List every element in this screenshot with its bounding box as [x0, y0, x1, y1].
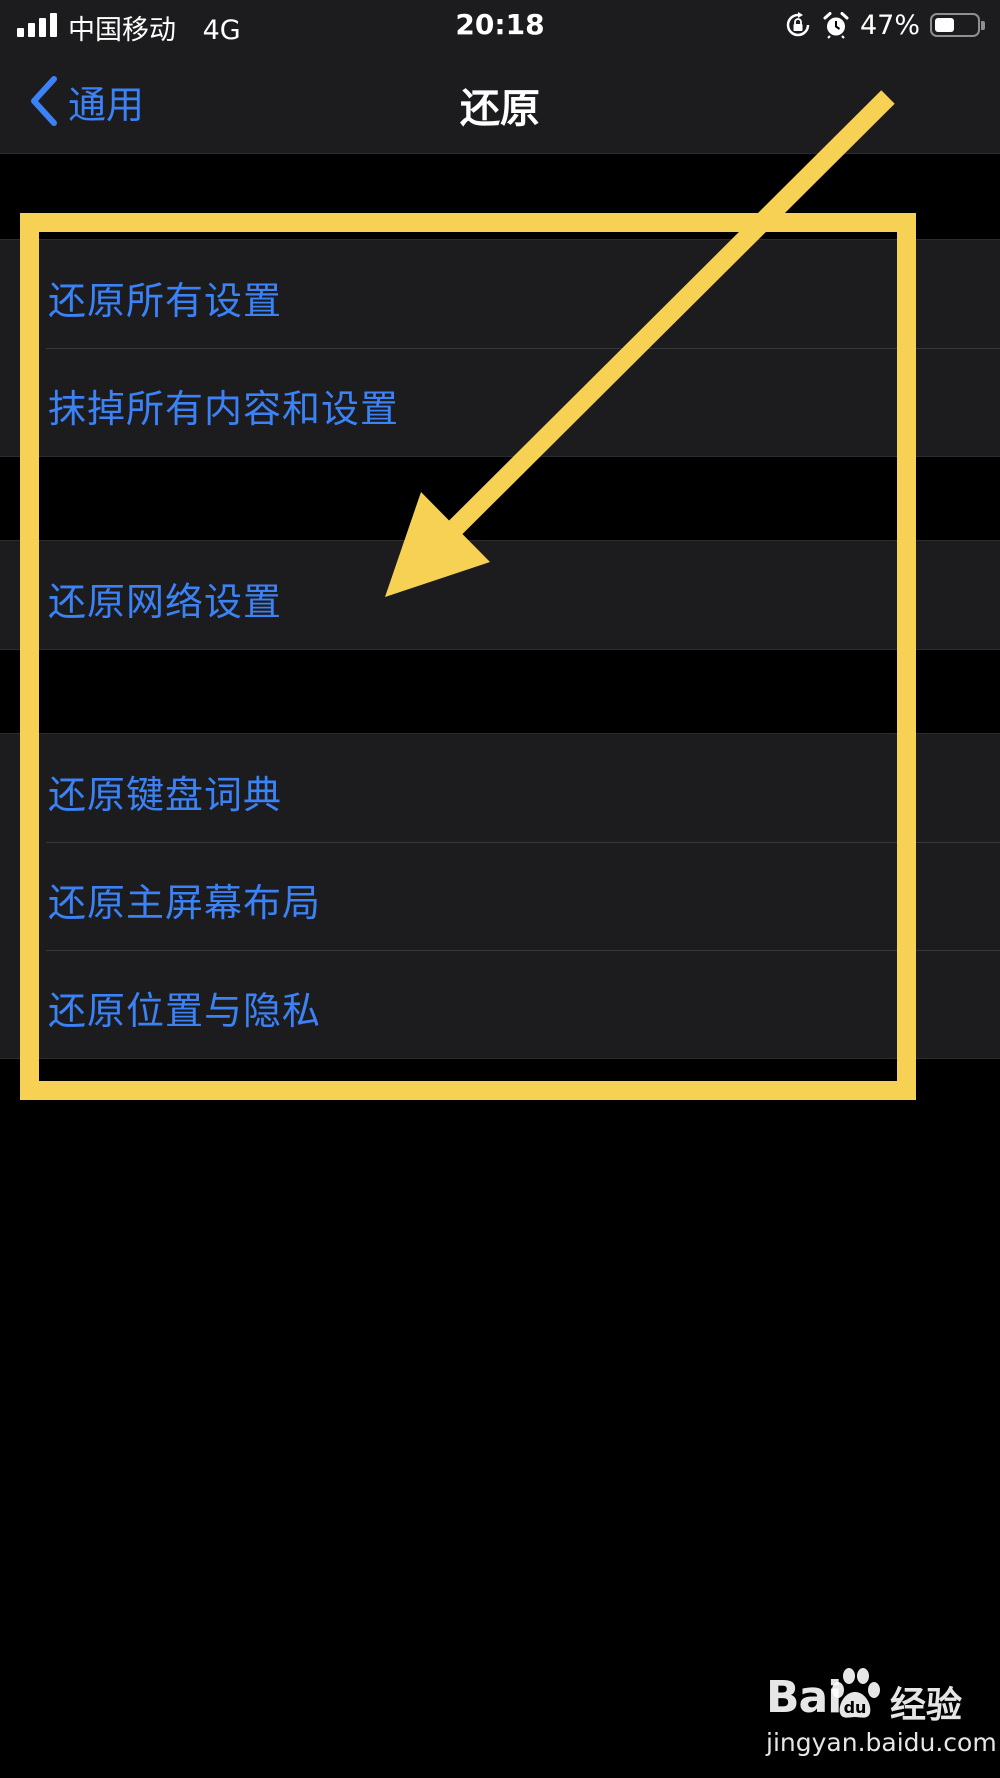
reset-keyboard-dictionary-row[interactable]: 还原键盘词典 — [0, 734, 1000, 842]
watermark-url: jingyan.baidu.com — [766, 1728, 997, 1757]
row-label: 还原网络设置 — [48, 580, 283, 624]
row-label: 还原主屏幕布局 — [48, 881, 322, 925]
baidu-jingyan-watermark: Bai du 经验 jingyan.baidu.com — [766, 1666, 997, 1762]
reset-location-privacy-row[interactable]: 还原位置与隐私 — [0, 950, 1000, 1058]
page-title: 还原 — [460, 86, 540, 132]
reset-group-general: 还原所有设置 抹掉所有内容和设置 — [0, 239, 1000, 457]
alarm-icon — [823, 12, 849, 39]
row-label: 还原位置与隐私 — [48, 989, 322, 1033]
erase-all-content-row[interactable]: 抹掉所有内容和设置 — [0, 348, 1000, 456]
baidu-paw-icon: du — [832, 1668, 880, 1718]
reset-all-settings-row[interactable]: 还原所有设置 — [0, 240, 1000, 348]
watermark-brand-suffix: 经验 — [890, 1685, 963, 1726]
reset-group-other: 还原键盘词典 还原主屏幕布局 还原位置与隐私 — [0, 733, 1000, 1059]
row-label: 还原所有设置 — [48, 279, 283, 323]
battery-percent: 47% — [859, 9, 920, 41]
battery-icon — [930, 13, 985, 37]
reset-home-screen-layout-row[interactable]: 还原主屏幕布局 — [0, 842, 1000, 950]
row-label: 抹掉所有内容和设置 — [48, 387, 400, 431]
row-label: 还原键盘词典 — [48, 773, 283, 817]
rotation-lock-icon — [786, 12, 810, 37]
battery-fill — [935, 18, 954, 32]
reset-network-settings-row[interactable]: 还原网络设置 — [0, 541, 1000, 649]
reset-group-network: 还原网络设置 — [0, 540, 1000, 650]
navigation-bar: 通用 还原 — [0, 50, 1000, 154]
status-bar: 中国移动 4G 20:18 47% — [0, 0, 1000, 50]
svg-text:du: du — [844, 1698, 867, 1717]
status-right: 47% — [784, 8, 985, 42]
